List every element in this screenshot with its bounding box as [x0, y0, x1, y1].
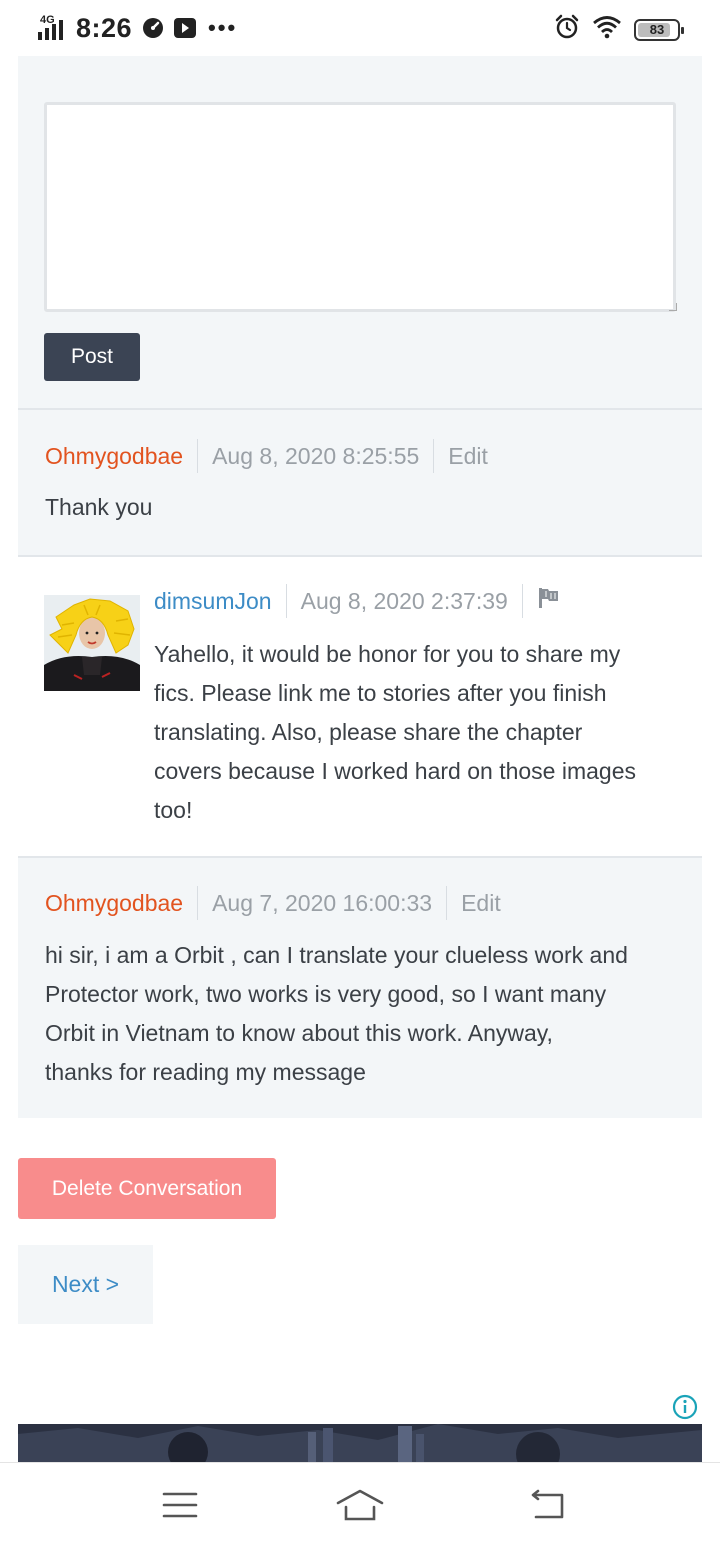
status-left: 4G 8:26 ••• [38, 10, 237, 46]
reply-panel: Post [18, 56, 702, 408]
edit-link[interactable]: Edit [461, 890, 501, 917]
message-meta: Ohmygodbae Aug 8, 2020 8:25:55 Edit [45, 438, 488, 474]
divider [446, 886, 448, 920]
message-line: Orbit in Vietnam to know about this work… [45, 1020, 553, 1046]
message-item: Ohmygodbae Aug 7, 2020 16:00:33 Edit hi … [18, 856, 702, 1118]
back-icon[interactable] [528, 1485, 568, 1525]
divider [18, 408, 702, 410]
message-line: hi sir, i am a Orbit , can I translate y… [45, 942, 628, 968]
divider [18, 856, 702, 858]
status-bar: 4G 8:26 ••• 83 [0, 0, 720, 56]
status-right: 83 [554, 14, 684, 45]
home-icon[interactable] [336, 1485, 384, 1525]
ad-banner-image[interactable] [18, 1424, 702, 1464]
author-link[interactable]: dimsumJon [154, 588, 272, 615]
message-body: Thank you [45, 494, 153, 520]
flag-icon[interactable] [537, 586, 561, 616]
message-item: dimsumJon Aug 8, 2020 2:37:39 Yahello, i… [18, 555, 702, 856]
play-icon [174, 17, 197, 39]
divider [433, 439, 435, 473]
message-line: covers because I worked hard on those im… [154, 758, 636, 784]
message-line: Yahello, it would be honor for you to sh… [154, 641, 621, 667]
message-line: Protector work, two works is very good, … [45, 981, 607, 1007]
edit-link[interactable]: Edit [448, 443, 488, 470]
divider [197, 439, 199, 473]
message-body: hi sir, i am a Orbit , can I translate y… [45, 936, 628, 1092]
more-dots-icon: ••• [208, 15, 238, 40]
battery-level: 83 [649, 22, 665, 37]
post-button[interactable]: Post [44, 333, 140, 381]
message-body: Yahello, it would be honor for you to sh… [154, 635, 636, 830]
ad-info-icon[interactable] [672, 1394, 698, 1420]
message-line: translating. Also, please share the chap… [154, 719, 583, 745]
clock-time: 8:26 [76, 12, 133, 43]
divider [197, 886, 199, 920]
avatar[interactable] [44, 595, 140, 691]
speedometer-icon [142, 17, 164, 39]
message-item: Ohmygodbae Aug 8, 2020 8:25:55 Edit Than… [18, 408, 702, 555]
message-meta: Ohmygodbae Aug 7, 2020 16:00:33 Edit [45, 885, 501, 921]
system-nav-bar [0, 1462, 720, 1544]
delete-conversation-button[interactable]: Delete Conversation [18, 1158, 276, 1219]
divider [521, 584, 523, 618]
message-timestamp: Aug 8, 2020 8:25:55 [212, 442, 420, 469]
message-timestamp: Aug 7, 2020 16:00:33 [212, 889, 433, 916]
author-link[interactable]: Ohmygodbae [45, 443, 183, 470]
message-meta: dimsumJon Aug 8, 2020 2:37:39 [154, 583, 561, 619]
message-line: too! [154, 797, 193, 823]
wifi-icon [592, 15, 622, 44]
menu-icon[interactable] [160, 1485, 200, 1525]
alarm-icon [554, 14, 580, 45]
message-timestamp: Aug 8, 2020 2:37:39 [300, 587, 508, 614]
next-page-button[interactable]: Next > [18, 1245, 153, 1324]
signal-icon: 4G [38, 14, 70, 42]
divider [285, 584, 287, 618]
divider [18, 555, 702, 557]
battery-icon: 83 [634, 18, 684, 41]
message-line: thanks for reading my message [45, 1059, 366, 1085]
message-line: fics. Please link me to stories after yo… [154, 680, 607, 706]
author-link[interactable]: Ohmygodbae [45, 890, 183, 917]
reply-textarea[interactable] [44, 102, 676, 312]
resize-handle[interactable] [669, 303, 677, 311]
